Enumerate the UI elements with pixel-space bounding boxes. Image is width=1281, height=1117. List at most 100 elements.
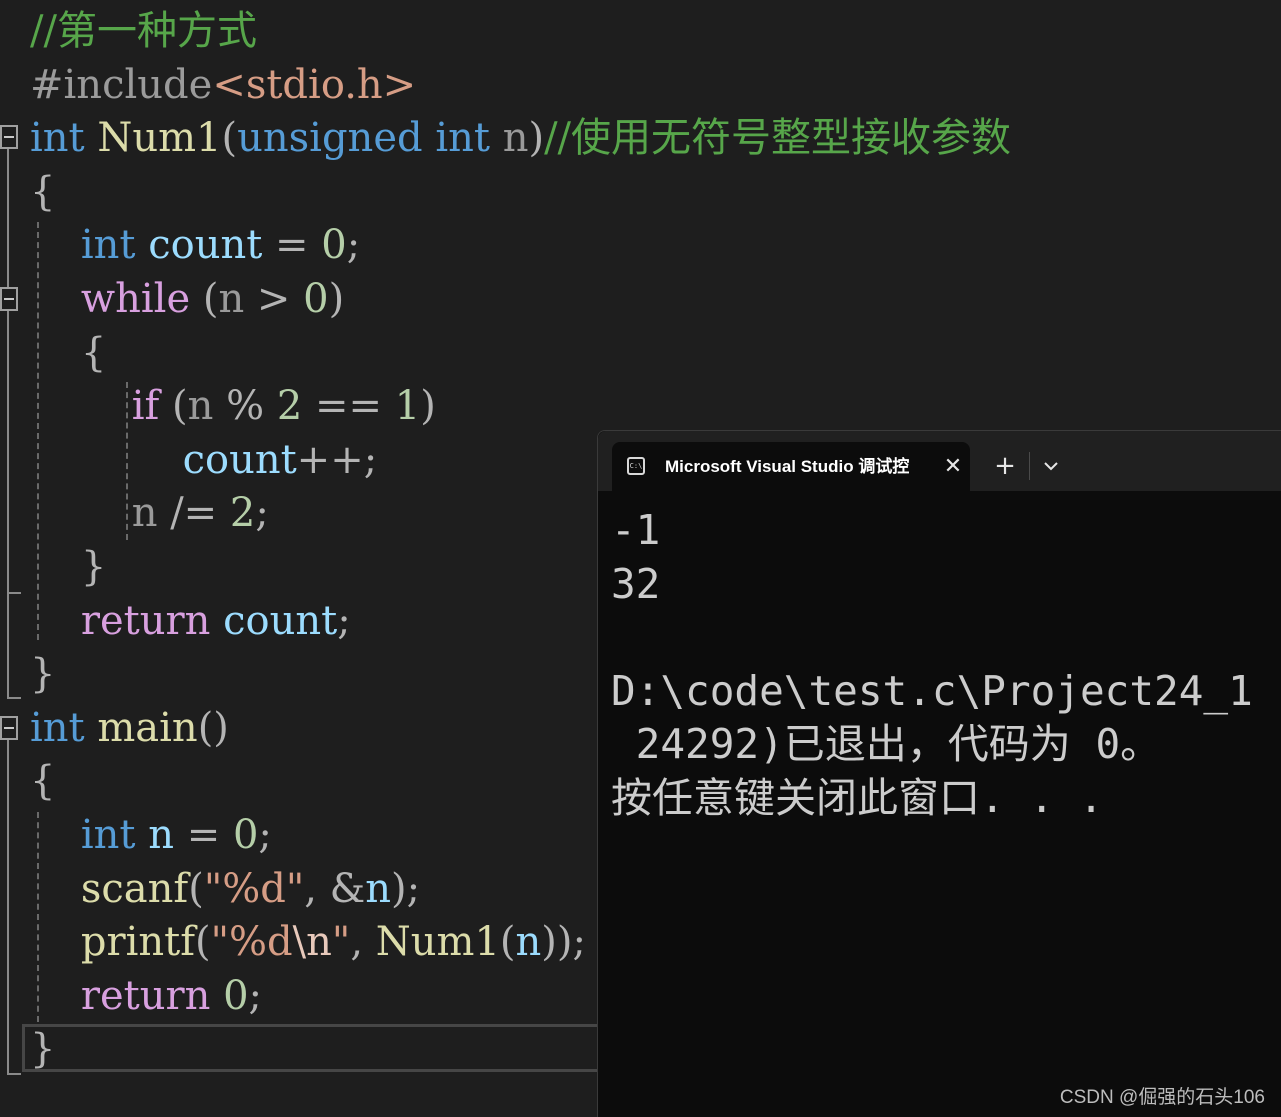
code-line: scanf("%d", &n); (30, 862, 420, 916)
fold-region-num1-end (7, 697, 21, 699)
code-token: 0 (321, 222, 347, 269)
code-line: int main() (30, 701, 229, 755)
fold-toggle-main[interactable] (0, 716, 18, 740)
code-token: main (97, 704, 198, 751)
code-token: <stdio.h> (212, 61, 417, 108)
code-token: return (80, 597, 211, 644)
code-token: 0 (223, 972, 249, 1019)
code-token: ( (188, 865, 204, 912)
fold-toggle-num1[interactable] (0, 125, 18, 149)
code-token: return (80, 972, 211, 1019)
fold-toggle-while[interactable] (0, 287, 18, 311)
code-line: int count = 0; (30, 218, 360, 272)
code-token: 0 (232, 812, 259, 858)
code-token: \n (292, 919, 332, 966)
code-token: ) (328, 276, 345, 322)
code-token: " (331, 919, 351, 966)
code-line: count++; (30, 433, 378, 487)
code-token: , (350, 919, 376, 966)
code-token: count (182, 436, 297, 483)
console-output-line: D:\code\test.c\Project24_1 (611, 666, 1253, 715)
code-token: #include (30, 61, 213, 108)
code-token: Num1 (97, 115, 222, 162)
code-line: printf("%d\n", Num1(n)); (30, 915, 586, 969)
code-line: { (30, 165, 55, 219)
code-token: n (131, 490, 158, 537)
fold-region-num1 (7, 149, 9, 699)
code-token: if (131, 383, 160, 430)
watermark: CSDN @倔强的石头106 (1059, 1087, 1265, 1108)
tab-separator (1029, 452, 1030, 480)
code-token: () (197, 704, 229, 751)
code-token: n (515, 919, 542, 966)
code-token: //第一种方式 (30, 8, 257, 54)
code-token: "%d (210, 919, 293, 966)
close-icon[interactable]: ✕ (940, 454, 966, 480)
code-token: int (80, 812, 136, 858)
console-tab[interactable]: C:\ Microsoft Visual Studio 调试控制台 ✕ (612, 442, 970, 491)
code-token: ; (346, 222, 361, 269)
code-token: int (80, 222, 136, 269)
code-line: { (30, 326, 106, 380)
code-line: int Num1(unsigned int n)//使用无符号整型接收参数 (30, 111, 1011, 165)
code-token: printf (80, 919, 196, 966)
code-token: ( (190, 276, 219, 322)
fold-region-main (7, 740, 9, 1075)
console-output-line: 32 (611, 559, 661, 608)
code-token: 0 (303, 276, 329, 322)
fold-region-while-end (7, 592, 21, 594)
code-token: { (30, 758, 56, 805)
code-line: } (30, 1022, 55, 1076)
code-token: ; (248, 972, 263, 1019)
code-token: ( (159, 383, 188, 430)
code-line: } (30, 540, 106, 594)
code-token: ; (255, 490, 269, 537)
code-token: "%d" (203, 865, 305, 912)
code-token: ; (258, 812, 272, 858)
code-token: = (262, 222, 322, 269)
code-token: int (30, 704, 85, 751)
code-line: return 0; (30, 969, 262, 1023)
code-token: n (502, 115, 529, 162)
code-token: )); (541, 919, 586, 966)
code-token: ) (528, 115, 545, 162)
code-token: ) (420, 383, 436, 430)
console-titlebar[interactable]: C:\ Microsoft Visual Studio 调试控制台 ✕ + (598, 431, 1281, 491)
code-line: //第一种方式 (30, 4, 257, 58)
code-token: n (365, 865, 392, 912)
chevron-down-icon[interactable] (1038, 453, 1064, 479)
console-output-line: 24292)已退出，代码为 0。 (611, 720, 1162, 769)
debug-console-window[interactable]: C:\ Microsoft Visual Studio 调试控制台 ✕ + -1… (597, 430, 1281, 1117)
fold-region-main-end (7, 1073, 21, 1075)
terminal-icon: C:\ (627, 457, 645, 475)
code-token: n (187, 383, 214, 430)
code-token: } (30, 1026, 56, 1073)
plus-icon[interactable]: + (991, 452, 1019, 480)
code-token: Num1 (375, 919, 500, 966)
code-token: } (30, 544, 107, 590)
screenshot-stage: //第一种方式 #include<stdio.h> int Num1(unsigne… (0, 0, 1281, 1117)
code-line: while (n > 0) (30, 272, 344, 326)
code-token: n (218, 276, 245, 322)
code-token: ( (499, 919, 516, 966)
code-token: /= (157, 490, 230, 537)
code-token: 1 (394, 383, 421, 430)
code-line: { (30, 754, 55, 808)
code-token: int (30, 115, 85, 162)
